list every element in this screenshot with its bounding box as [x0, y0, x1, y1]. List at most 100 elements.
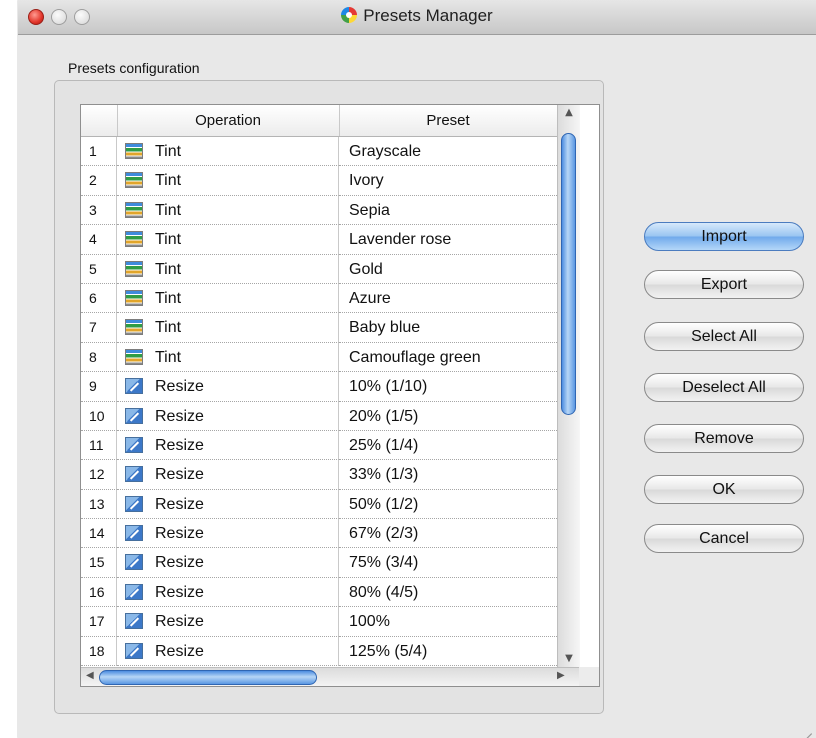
- horizontal-scrollbar[interactable]: ◀ ▶: [81, 667, 579, 686]
- resize-grip-icon[interactable]: [800, 722, 812, 734]
- vertical-scrollbar[interactable]: ▲ ▼: [557, 105, 580, 667]
- select-all-button[interactable]: Select All: [644, 322, 804, 351]
- operation-cell[interactable]: Tint: [117, 166, 339, 196]
- row-number: 18: [81, 636, 117, 667]
- table-row[interactable]: 14 Resize 67% (2/3): [81, 519, 557, 549]
- tint-icon: [125, 289, 143, 306]
- operation-cell[interactable]: Resize: [117, 401, 339, 431]
- operation-cell[interactable]: Resize: [117, 519, 339, 549]
- operation-label: Tint: [155, 172, 182, 190]
- row-number: 11: [81, 430, 117, 461]
- operation-label: Resize: [155, 436, 204, 454]
- preset-cell[interactable]: Camouflage green: [339, 343, 557, 373]
- preset-cell[interactable]: Sepia: [339, 196, 557, 226]
- operation-cell[interactable]: Resize: [117, 548, 339, 578]
- resize-icon: [125, 407, 143, 424]
- column-header-preset[interactable]: Preset: [339, 105, 557, 136]
- horizontal-scroll-thumb[interactable]: [99, 670, 317, 685]
- operation-cell[interactable]: Tint: [117, 195, 339, 226]
- preset-cell[interactable]: 10% (1/10): [339, 372, 557, 402]
- preset-cell[interactable]: 25% (1/4): [339, 431, 557, 461]
- table-row[interactable]: 16 Resize 80% (4/5): [81, 577, 557, 608]
- export-button[interactable]: Export: [644, 270, 804, 299]
- window-title-area: Presets Manager: [18, 6, 816, 26]
- table-row[interactable]: 2 Tint Ivory: [81, 166, 557, 196]
- preset-cell[interactable]: 67% (2/3): [339, 519, 557, 549]
- table-row[interactable]: 1 Tint Grayscale: [81, 137, 557, 167]
- operation-cell[interactable]: Tint: [117, 283, 339, 314]
- scroll-left-icon[interactable]: ◀: [86, 670, 94, 681]
- table-row[interactable]: 11 Resize 25% (1/4): [81, 430, 557, 461]
- preset-cell[interactable]: Azure: [339, 284, 557, 314]
- scroll-up-icon[interactable]: ▲: [558, 105, 580, 121]
- row-number: 12: [81, 460, 117, 490]
- preset-cell[interactable]: 125% (5/4): [339, 637, 557, 667]
- remove-button[interactable]: Remove: [644, 424, 804, 453]
- table-row[interactable]: 7 Tint Baby blue: [81, 313, 557, 343]
- preset-cell[interactable]: 20% (1/5): [339, 402, 557, 431]
- operation-cell[interactable]: Tint: [117, 342, 339, 373]
- table-row[interactable]: 4 Tint Lavender rose: [81, 225, 557, 255]
- table-header: Operation Preset: [81, 105, 557, 137]
- preset-cell[interactable]: Baby blue: [339, 313, 557, 343]
- row-number: 2: [81, 166, 117, 196]
- resize-icon: [125, 495, 143, 512]
- table-row[interactable]: 10 Resize 20% (1/5): [81, 401, 557, 431]
- operation-cell[interactable]: Resize: [117, 489, 339, 520]
- preset-cell[interactable]: Lavender rose: [339, 225, 557, 255]
- table-row[interactable]: 18 Resize 125% (5/4): [81, 636, 557, 667]
- preset-cell[interactable]: 100%: [339, 607, 557, 637]
- operation-label: Resize: [155, 583, 204, 601]
- operation-cell[interactable]: Resize: [117, 577, 339, 608]
- import-button[interactable]: Import: [644, 222, 804, 251]
- table-row[interactable]: 12 Resize 33% (1/3): [81, 460, 557, 490]
- preset-cell[interactable]: 50% (1/2): [339, 490, 557, 520]
- row-number: 7: [81, 313, 117, 343]
- table-row[interactable]: 15 Resize 75% (3/4): [81, 548, 557, 578]
- preset-cell[interactable]: Grayscale: [339, 137, 557, 167]
- resize-icon: [125, 613, 143, 630]
- deselect-all-button[interactable]: Deselect All: [644, 373, 804, 402]
- operation-cell[interactable]: Tint: [117, 225, 339, 255]
- operation-cell[interactable]: Resize: [117, 636, 339, 667]
- scroll-right-icon[interactable]: ▶: [557, 670, 565, 681]
- operation-cell[interactable]: Tint: [117, 313, 339, 343]
- table-row[interactable]: 8 Tint Camouflage green: [81, 342, 557, 373]
- operation-cell[interactable]: Resize: [117, 430, 339, 461]
- operation-cell[interactable]: Tint: [117, 137, 339, 167]
- preset-cell[interactable]: Ivory: [339, 166, 557, 196]
- table-row[interactable]: 5 Tint Gold: [81, 254, 557, 284]
- table-row[interactable]: 6 Tint Azure: [81, 283, 557, 314]
- operation-label: Resize: [155, 525, 204, 543]
- preset-cell[interactable]: 33% (1/3): [339, 460, 557, 490]
- operation-cell[interactable]: Resize: [117, 607, 339, 637]
- operation-cell[interactable]: Tint: [117, 254, 339, 284]
- table-row[interactable]: 17 Resize 100%: [81, 607, 557, 637]
- operation-label: Resize: [155, 466, 204, 484]
- table-row[interactable]: 13 Resize 50% (1/2): [81, 489, 557, 520]
- table-row[interactable]: 3 Tint Sepia: [81, 195, 557, 226]
- row-number: 14: [81, 519, 117, 549]
- table-row[interactable]: 9 Resize 10% (1/10): [81, 372, 557, 402]
- table-body: 1 Tint Grayscale 2 Tint Ivory 3 Tint Sepia 4 Tint L…: [81, 137, 557, 672]
- preset-cell[interactable]: 80% (4/5): [339, 578, 557, 608]
- cancel-button[interactable]: Cancel: [644, 524, 804, 553]
- row-number: 16: [81, 577, 117, 608]
- column-header-number[interactable]: [81, 105, 118, 136]
- preset-cell[interactable]: 75% (3/4): [339, 548, 557, 578]
- scroll-down-icon[interactable]: ▼: [558, 651, 580, 667]
- app-icon: [341, 7, 358, 23]
- ok-button[interactable]: OK: [644, 475, 804, 504]
- vertical-scroll-thumb[interactable]: [561, 133, 576, 415]
- resize-icon: [125, 378, 143, 395]
- operation-cell[interactable]: Resize: [117, 460, 339, 490]
- column-header-operation[interactable]: Operation: [117, 105, 340, 136]
- operation-cell[interactable]: Resize: [117, 372, 339, 402]
- resize-icon: [125, 554, 143, 571]
- row-number: 4: [81, 225, 117, 255]
- operation-label: Resize: [155, 642, 204, 660]
- title-bar[interactable]: Presets Manager: [18, 0, 816, 35]
- tint-icon: [125, 231, 143, 248]
- resize-icon: [125, 436, 143, 453]
- preset-cell[interactable]: Gold: [339, 255, 557, 284]
